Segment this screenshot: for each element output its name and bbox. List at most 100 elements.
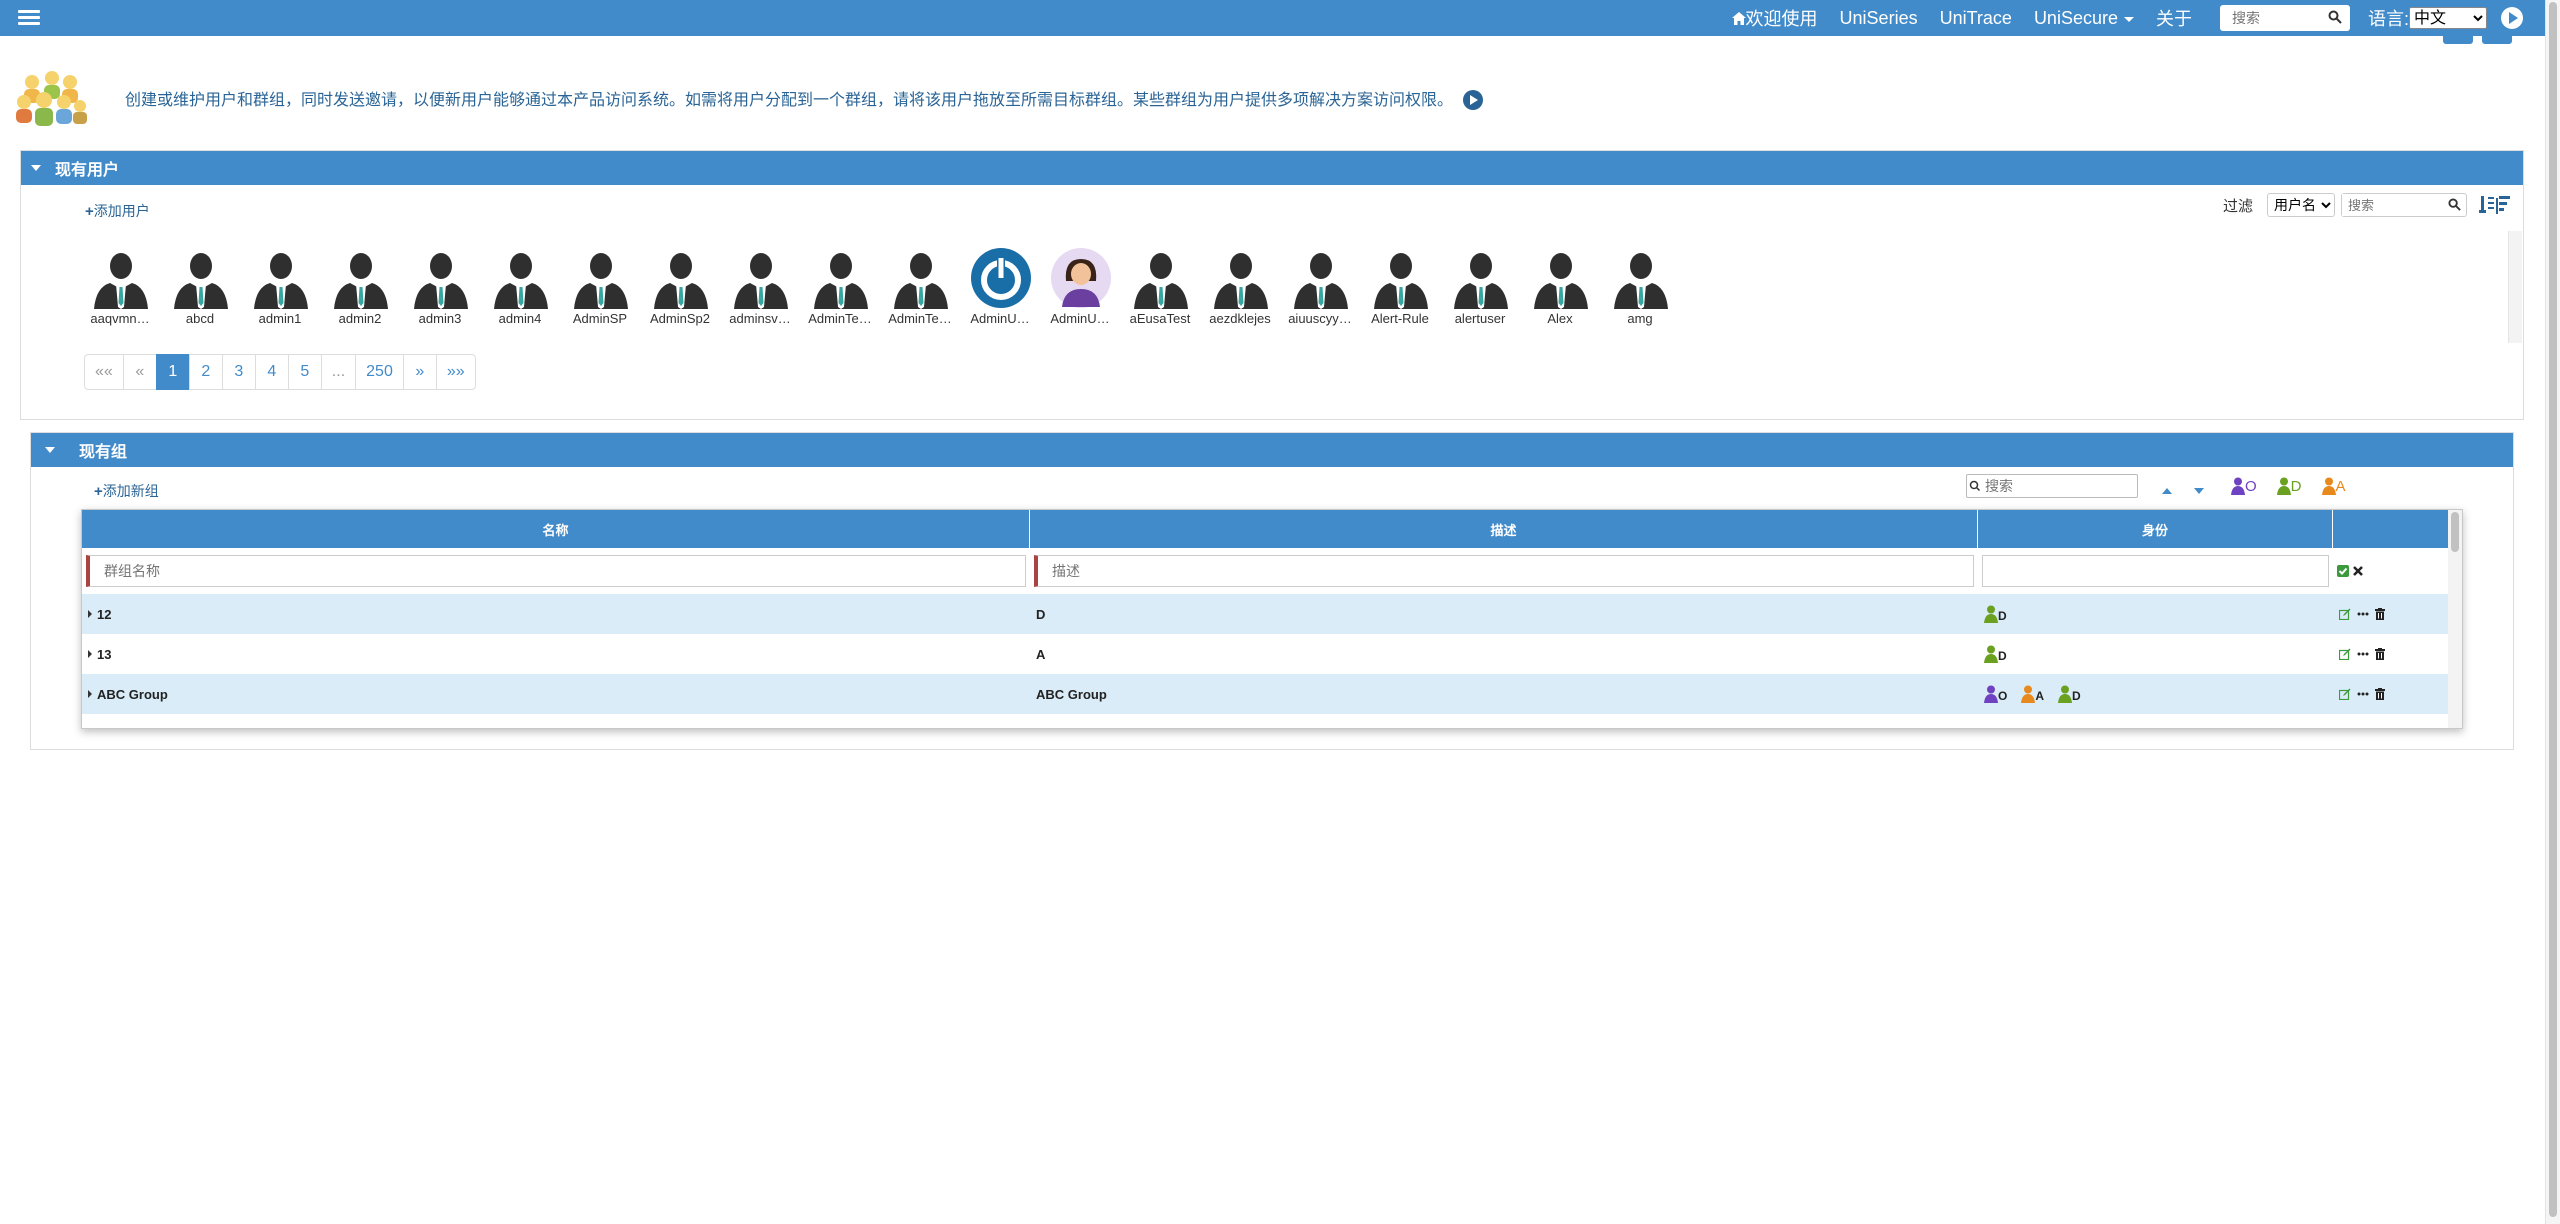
language-select[interactable]: 中文	[2409, 7, 2487, 29]
new-group-name-input[interactable]	[86, 555, 1026, 587]
page-2[interactable]: 2	[188, 354, 223, 390]
group-description: D	[1036, 606, 1046, 622]
new-group-desc-input[interactable]	[1034, 555, 1974, 587]
table-scrollbar[interactable]	[2448, 510, 2462, 728]
edit-icon[interactable]	[2339, 608, 2351, 620]
users-scrollbar[interactable]	[2508, 231, 2522, 343]
group-description-cell: A	[1030, 634, 1978, 674]
trash-icon[interactable]	[2375, 688, 2385, 700]
page-3[interactable]: 3	[221, 354, 256, 390]
user-card[interactable]: AdminTe…	[881, 247, 961, 326]
user-card[interactable]: admin3	[401, 247, 481, 326]
collapse-caret-icon[interactable]	[45, 447, 55, 453]
play-icon[interactable]	[1463, 90, 1484, 111]
search-icon[interactable]	[2328, 10, 2342, 24]
page-first[interactable]: ««	[84, 354, 124, 390]
user-card[interactable]: aezdklejes	[1201, 247, 1281, 326]
group-name-cell[interactable]: 12	[82, 594, 1030, 634]
user-card[interactable]: adminsv…	[721, 247, 801, 326]
person-silhouette-icon	[574, 253, 628, 309]
group-name-cell[interactable]: 13	[82, 634, 1030, 674]
group-name-cell[interactable]: ABC Group	[82, 674, 1030, 714]
page-4[interactable]: 4	[254, 354, 289, 390]
person-silhouette-icon	[1614, 253, 1668, 309]
play-icon[interactable]	[2501, 7, 2523, 29]
table-row[interactable]: 13 A D	[82, 634, 2462, 674]
edit-icon[interactable]	[2339, 688, 2351, 700]
collapse-caret-icon[interactable]	[31, 165, 41, 171]
user-card[interactable]: alertuser	[1441, 247, 1521, 326]
trash-icon[interactable]	[2375, 648, 2385, 660]
column-header-name[interactable]: 名称	[82, 510, 1030, 548]
home-icon	[1731, 11, 1746, 25]
edit-icon[interactable]	[2339, 648, 2351, 660]
user-card[interactable]: AdminSP	[561, 247, 641, 326]
user-card[interactable]: aiuuscyy…	[1281, 247, 1361, 326]
search-icon[interactable]	[2448, 198, 2461, 211]
trash-icon[interactable]	[2375, 608, 2385, 620]
top-navbar: 欢迎使用 UniSeries UniTrace UniSecure 关于 语言:…	[0, 0, 2545, 36]
table-row[interactable]: 12 D D	[82, 594, 2462, 634]
expand-caret-icon[interactable]	[88, 650, 92, 658]
add-user-link[interactable]: +添加用户	[85, 201, 150, 221]
legend-item-d[interactable]: D	[2276, 477, 2302, 495]
user-card[interactable]: Alex	[1521, 247, 1601, 326]
close-icon[interactable]	[2353, 566, 2363, 576]
user-card[interactable]: admin2	[321, 247, 401, 326]
user-card[interactable]: AdminU…	[961, 247, 1041, 326]
check-icon[interactable]	[2337, 565, 2349, 577]
page-scrollbar[interactable]	[2545, 0, 2560, 1224]
nav-link-about[interactable]: 关于	[2156, 5, 2192, 31]
group-search-input[interactable]	[1983, 475, 2133, 497]
more-icon[interactable]	[2357, 612, 2369, 616]
sort-down-icon[interactable]	[2194, 488, 2204, 494]
group-search	[1966, 474, 2138, 498]
nav-dropdown-unisecure[interactable]: UniSecure	[2034, 8, 2134, 29]
welcome-link[interactable]: 欢迎使用	[1731, 5, 1818, 31]
filter-field-select[interactable]: 用户名	[2267, 193, 2335, 217]
hamburger-menu-icon[interactable]	[18, 7, 40, 27]
role-badge: A	[2021, 685, 2044, 703]
new-group-desc-cell	[1030, 555, 1978, 587]
user-name: Alex	[1547, 311, 1573, 326]
user-card[interactable]: amg	[1601, 247, 1681, 326]
group-name: 13	[97, 646, 112, 662]
sort-up-icon[interactable]	[2162, 488, 2172, 494]
user-card[interactable]: AdminU…	[1041, 247, 1121, 326]
new-group-role-input[interactable]	[1982, 555, 2329, 587]
groups-panel-header[interactable]: 现有组	[31, 433, 2513, 467]
column-header-description[interactable]: 描述	[1030, 510, 1978, 548]
user-card[interactable]: admin1	[241, 247, 321, 326]
more-icon[interactable]	[2357, 652, 2369, 656]
user-card[interactable]: aaqvmn…	[81, 247, 161, 326]
nav-link-uniseries[interactable]: UniSeries	[1840, 8, 1918, 29]
user-card[interactable]: Alert-Rule	[1361, 247, 1441, 326]
user-card[interactable]: aEusaTest	[1121, 247, 1201, 326]
user-card[interactable]: admin4	[481, 247, 561, 326]
expand-caret-icon[interactable]	[88, 610, 92, 618]
table-row[interactable]: ABC Group ABC Group O A D	[82, 674, 2462, 714]
expand-caret-icon[interactable]	[88, 690, 92, 698]
page-next[interactable]: »	[402, 354, 437, 390]
user-name: abcd	[185, 311, 215, 326]
column-header-role[interactable]: 身份	[1978, 510, 2333, 548]
nav-link-unitrace[interactable]: UniTrace	[1940, 8, 2012, 29]
user-card[interactable]: AdminTe…	[801, 247, 881, 326]
page-prev[interactable]: «	[122, 354, 157, 390]
page-last[interactable]: »»	[435, 354, 476, 390]
navbar-search-input[interactable]	[2219, 6, 2320, 30]
user-card[interactable]: abcd	[161, 247, 241, 326]
page-last-number[interactable]: 250	[355, 354, 404, 390]
user-card[interactable]: AdminSp2	[641, 247, 721, 326]
legend-item-o[interactable]: O	[2231, 477, 2257, 495]
users-panel-header[interactable]: 现有用户	[21, 151, 2523, 185]
page-1[interactable]: 1	[155, 354, 190, 390]
add-group-link[interactable]: +添加新组	[94, 481, 159, 501]
more-icon[interactable]	[2357, 692, 2369, 696]
sort-icon[interactable]	[2479, 194, 2511, 216]
legend-item-a[interactable]: A	[2321, 477, 2346, 495]
page-5[interactable]: 5	[287, 354, 322, 390]
person-silhouette-icon	[1534, 253, 1588, 309]
user-name: AdminSP	[572, 311, 628, 326]
user-search-input[interactable]	[2342, 194, 2437, 216]
